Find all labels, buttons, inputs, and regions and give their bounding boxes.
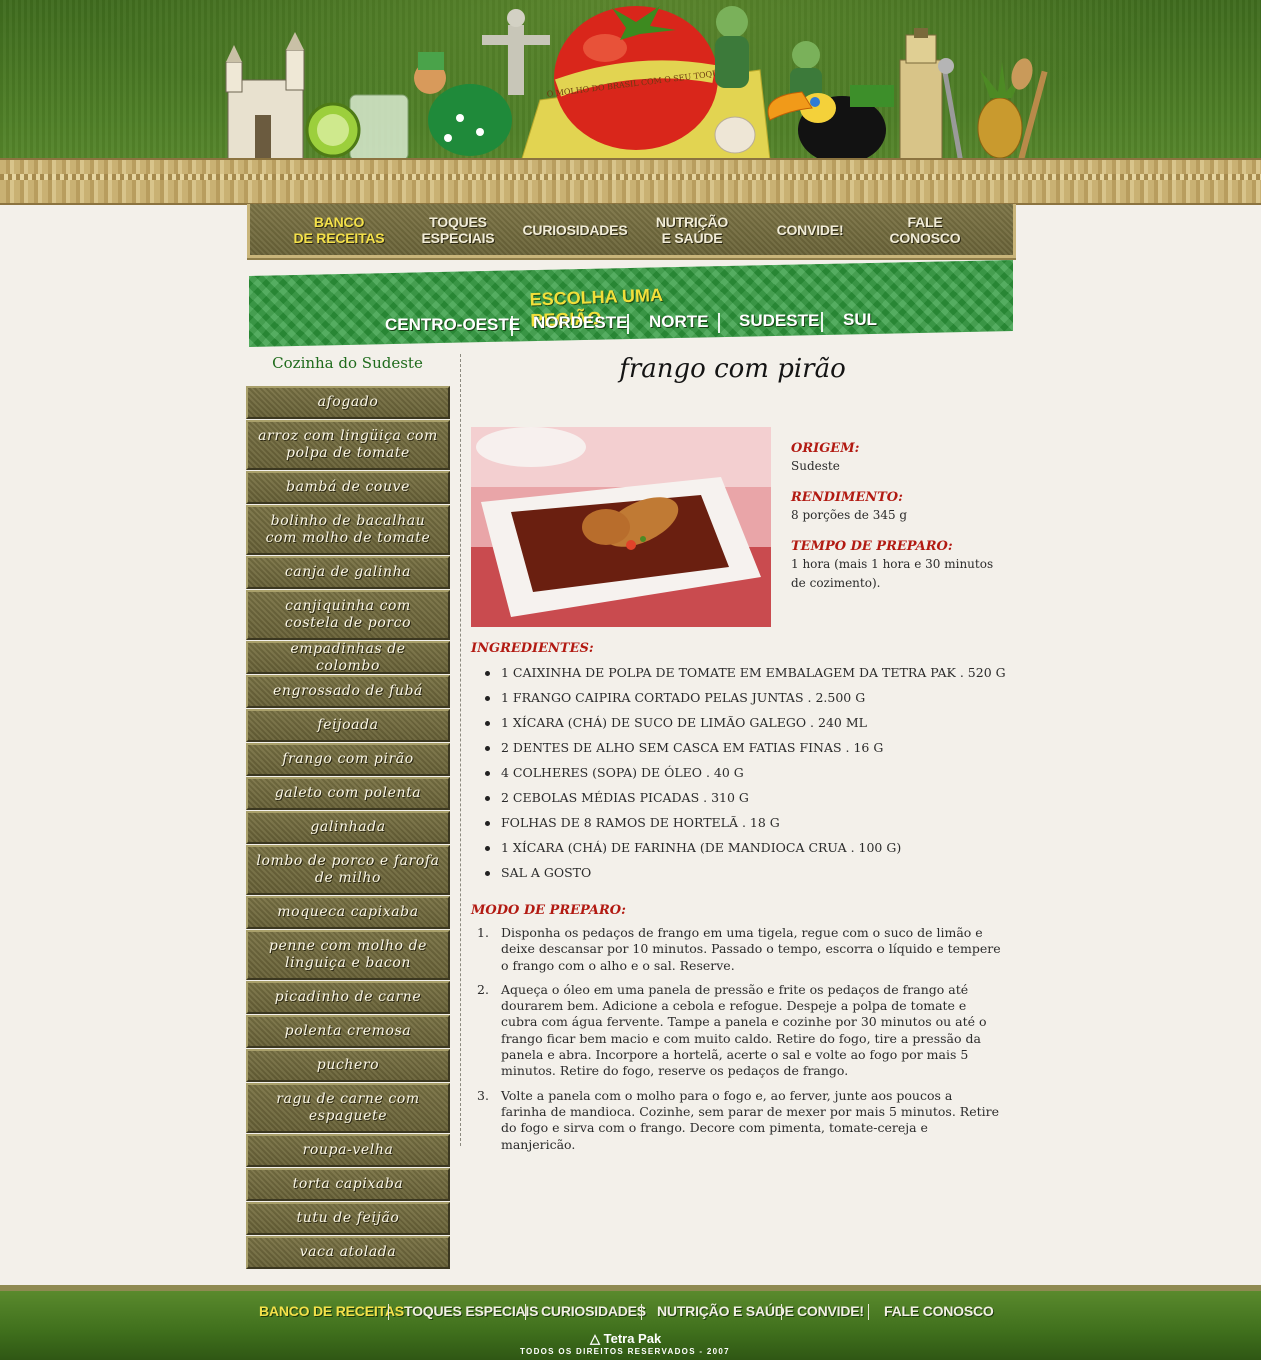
church-illustration [225,32,305,161]
nav-curiosidades[interactable]: CURIOSIDADES [520,208,630,252]
footer-link-banco-de-receitas[interactable]: BANCO DE RECEITAS [259,1303,404,1319]
step-item: 3. Volte a panela com o molho para o fogo… [477,1087,999,1152]
caipirinha-illustration [305,94,409,161]
nav-nutricao-e-saude[interactable]: NUTRIÇÃO E SAÚDE [642,208,742,252]
recipe-link-vaca-atolada[interactable]: vaca atolada [246,1236,450,1269]
nav-convide[interactable]: CONVIDE! [760,208,860,252]
ingredient-item: FOLHAS DE 8 RAMOS DE HORTELÃ . 18 G [471,813,1011,838]
region-separator [511,316,513,336]
tempo-value: 1 hora (mais 1 hora e 30 minutos de cozi… [791,557,994,590]
pineapple-illustration [938,58,1048,160]
ingredient-item: 4 COLHERES (SOPA) DE ÓLEO . 40 G [471,763,1011,788]
garlic-illustration [714,116,756,154]
recipe-link-canja-de-galinha[interactable]: canja de galinha [246,556,450,589]
recipe-link-engrossado[interactable]: engrossado de fubá [246,675,450,708]
recipe-link-torta-capixaba[interactable]: torta capixaba [246,1168,450,1201]
recipe-link-galinhada[interactable]: galinhada [246,811,450,844]
steps-label: MODO DE PREPARO: [471,903,626,918]
site-header: O MOLHO DO BRASIL COM O SEU TOQUE [0,0,1261,205]
region-link-sudeste[interactable]: SUDESTE [739,311,819,331]
recipe-link-polenta-cremosa[interactable]: polenta cremosa [246,1015,450,1048]
steps-list: 1. Disponha os pedaços de frango em uma t… [471,925,1001,1161]
sidebar-title: Cozinha do Sudeste [272,354,423,372]
footer-separator [868,1304,869,1320]
region-link-norte[interactable]: NORTE [649,312,709,332]
dancer-illustration [414,52,512,156]
step-item: 2. Aqueça o óleo em uma panela de pressão… [477,981,987,1079]
region-link-nordeste[interactable]: NORDESTE [533,313,627,333]
recipe-link-arroz-com-linguica[interactable]: arroz com lingüiça com polpa de tomate [246,420,450,470]
rendimento-label: RENDIMENTO: [791,490,903,505]
recipe-link-feijoada[interactable]: feijoada [246,709,450,742]
recipe-link-moqueca-capixaba[interactable]: moqueca capixaba [246,896,450,929]
recipe-link-roupa-velha[interactable]: roupa-velha [246,1134,450,1167]
nav-banco-de-receitas[interactable]: BANCO DE RECEITAS [284,208,394,252]
ingredient-item: SAL A GOSTO [471,863,1011,888]
origem-value: Sudeste [791,459,840,473]
footer-separator [781,1304,782,1320]
statue-illustration [482,9,550,95]
recipe-title: frango com pirão [619,354,846,384]
recipe-link-penne[interactable]: penne com molho de linguiça e bacon [246,930,450,980]
ingredient-item: 2 DENTES DE ALHO SEM CASCA EM FATIAS FIN… [471,738,1011,763]
recipe-link-bolinho-de-bacalhau[interactable]: bolinho de bacalhau com molho de tomate [246,505,450,555]
ingredient-item: 2 CEBOLAS MÉDIAS PICADAS . 310 G [471,788,1011,813]
ingredient-item: 1 FRANGO CAIPIRA CORTADO PELAS JUNTAS . … [471,688,1011,713]
recipe-link-puchero[interactable]: puchero [246,1049,450,1082]
recipe-photo [471,427,771,627]
recipe-link-frango-com-pirao[interactable]: frango com pirão [246,743,450,776]
region-link-sul[interactable]: SUL [843,310,877,330]
recipe-link-canjiquinha[interactable]: canjiquinha com costela de porco [246,590,450,640]
ingredients-label: INGREDIENTES: [471,641,594,656]
footer-link-nutricao-e-saude[interactable]: NUTRIÇÃO E SAÚDE [657,1303,794,1319]
nav-fale-conosco[interactable]: FALE CONOSCO [875,208,975,252]
copyright-text: TODOS OS DIREITOS RESERVADOS - 2007 [520,1347,730,1356]
ingredient-item: 1 CAIXINHA DE POLPA DE TOMATE EM EMBALAG… [471,663,1011,688]
toucan-illustration [767,85,894,164]
recipe-link-galeto[interactable]: galeto com polenta [246,777,450,810]
column-divider [460,354,461,1146]
rendimento-value: 8 porções de 345 g [791,508,908,522]
recipe-link-empadinhas[interactable]: empadinhas de colombo [246,641,450,674]
region-separator [821,312,823,332]
footer-link-convide[interactable]: CONVIDE! [797,1303,864,1319]
tetra-pak-logo: △ Tetra Pak [590,1331,662,1346]
footer-separator [641,1304,642,1320]
recipe-link-bamba-de-couve[interactable]: bambá de couve [246,471,450,504]
ingredient-item: 1 XÍCARA (CHÁ) DE FARINHA (DE MANDIOCA C… [471,838,1011,863]
tetra-pak-icon: △ [590,1331,600,1346]
footer-separator [388,1304,389,1320]
tempo-label: TEMPO DE PREPARO: [791,539,953,554]
ingredient-item: 1 XÍCARA (CHÁ) DE SUCO DE LIMÃO GALEGO .… [471,713,1011,738]
step-item: 1. Disponha os pedaços de frango em uma t… [477,925,1001,973]
recipe-link-afogado[interactable]: afogado [246,386,450,419]
footer-separator [525,1304,526,1320]
recipe-link-picadinho[interactable]: picadinho de carne [246,981,450,1014]
recipe-link-ragu[interactable]: ragu de carne com espaguete [246,1083,450,1133]
region-link-centro-oeste[interactable]: CENTRO-OESTE [385,315,520,335]
footer-link-curiosidades[interactable]: CURIOSIDADES [541,1303,646,1319]
region-separator [718,313,720,333]
main-nav: BANCO DE RECEITAS TOQUES ESPECIAIS CURIOSI… [247,204,1016,258]
recipe-link-tutu-de-feijao[interactable]: tutu de feijão [246,1202,450,1235]
recipe-link-lombo-de-porco[interactable]: lombo de porco e farofa de milho [246,845,450,895]
nav-toques-especiais[interactable]: TOQUES ESPECIAIS [408,208,508,252]
tower-illustration [899,28,943,161]
origem-label: ORIGEM: [791,441,860,456]
footer-link-toques-especiais[interactable]: TOQUES ESPECIAIS [404,1303,538,1319]
region-separator [627,314,629,334]
ingredients-list: 1 CAIXINHA DE POLPA DE TOMATE EM EMBALAG… [471,663,1011,888]
footer-link-fale-conosco[interactable]: FALE CONOSCO [884,1303,994,1319]
